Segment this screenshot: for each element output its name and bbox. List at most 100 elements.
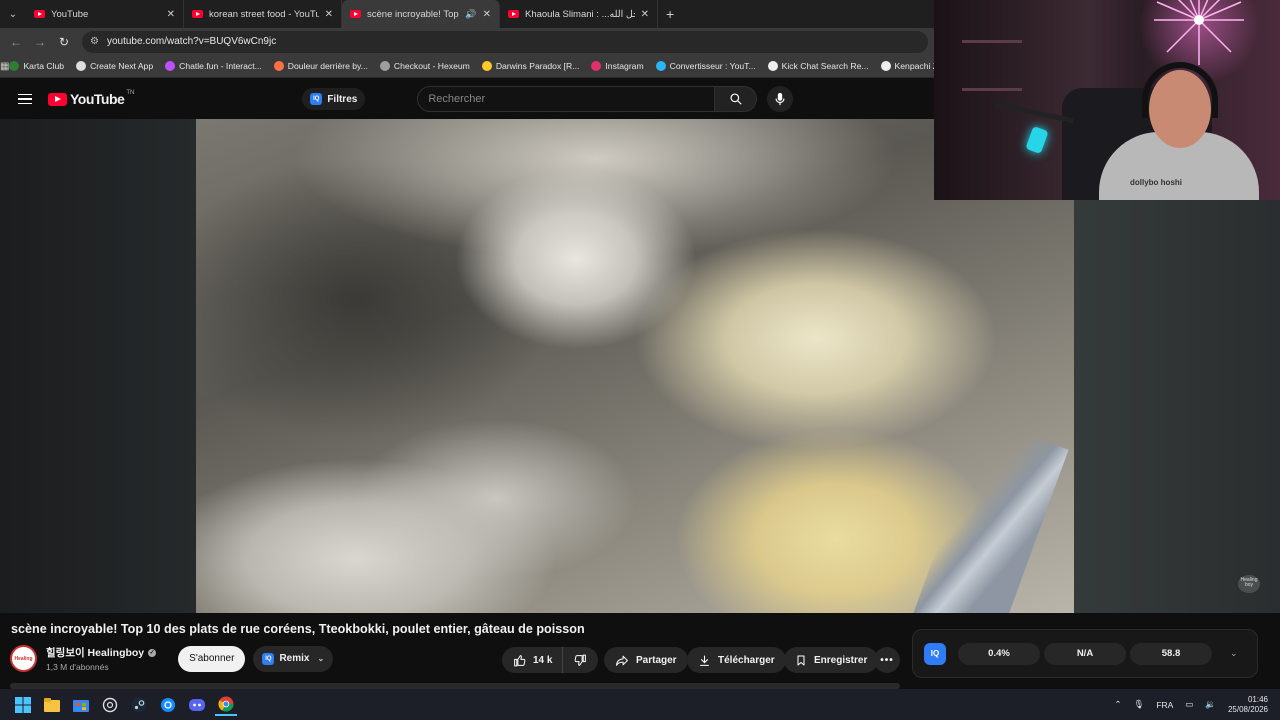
channel-name: 힐링보이 Healingboy xyxy=(46,647,145,659)
chevron-down-icon[interactable]: ⌄ xyxy=(1230,648,1238,659)
steam-icon[interactable] xyxy=(128,694,150,716)
close-icon[interactable]: ✕ xyxy=(483,9,491,20)
logo-wordmark: YouTube xyxy=(70,91,125,107)
tab-youtube[interactable]: YouTube ✕ xyxy=(26,0,184,28)
iq-extension-icon[interactable]: IQ xyxy=(924,642,946,665)
system-tray: ⌃ 🎙 FRA ▭ 🔉 01:46 25/08/2026 xyxy=(1114,689,1280,720)
youtube-play-icon xyxy=(48,92,67,106)
bookmark-item[interactable]: Kick Chat Search Re... xyxy=(767,61,869,71)
save-button[interactable]: Enregistrer xyxy=(784,647,879,673)
bookmark-label: Kick Chat Search Re... xyxy=(781,61,869,71)
volume-icon[interactable]: 🔉 xyxy=(1205,699,1216,710)
filters-button[interactable]: IQ Filtres xyxy=(302,88,366,110)
url-bar[interactable]: ⚙ youtube.com/watch?v=BUQV6wCn9jc xyxy=(82,30,928,53)
tab-title: scène incroyable! Top 10 de xyxy=(367,8,461,20)
address-toolbar: ← → ↻ ⚙ youtube.com/watch?v=BUQV6wCn9jc xyxy=(0,28,934,55)
bookmark-favicon-icon xyxy=(767,61,778,71)
new-tab-plus-icon[interactable]: + xyxy=(658,6,682,22)
stat-value: N/A xyxy=(1076,648,1094,659)
clock-time: 01:46 xyxy=(1247,694,1268,704)
bookmark-favicon-icon xyxy=(655,61,666,71)
forward-arrow-icon[interactable]: → xyxy=(28,35,52,49)
bookmark-item[interactable]: Create Next App xyxy=(76,61,153,71)
watermark-text: Healing boy xyxy=(1240,577,1258,588)
filters-label: Filtres xyxy=(327,93,358,105)
network-icon[interactable]: ▭ xyxy=(1185,699,1193,710)
search-placeholder: Rechercher xyxy=(428,93,486,105)
bookmark-favicon-icon xyxy=(591,61,602,71)
chrome-icon[interactable] xyxy=(215,694,237,716)
like-button[interactable]: 14 k xyxy=(502,647,564,673)
tab-khaoula-slimani[interactable]: Khaoula Slimani : ...من أجل الله ✕ xyxy=(500,0,658,28)
bookmark-item[interactable]: Checkout - Hexeum xyxy=(379,61,470,71)
search-button[interactable] xyxy=(715,86,758,112)
dislike-button[interactable] xyxy=(563,647,599,673)
windows-start-icon[interactable] xyxy=(12,694,34,716)
bookmark-label: Douleur derrière by... xyxy=(287,61,368,71)
search-input[interactable]: Rechercher xyxy=(417,86,716,112)
subscribe-button[interactable]: S'abonner xyxy=(178,645,246,672)
bookmark-item[interactable]: Karta Club xyxy=(9,61,64,71)
bookmark-item[interactable]: Chatle.fun - Interact... xyxy=(165,61,262,71)
share-arrow-icon xyxy=(616,655,628,666)
back-arrow-icon[interactable]: ← xyxy=(4,35,28,49)
close-icon[interactable]: ✕ xyxy=(641,9,649,20)
menu-hamburger-icon[interactable] xyxy=(18,93,32,105)
like-dislike-group: 14 k xyxy=(502,647,599,673)
extension-panel: IQ 0.4% N/A 58.8 ⌄ xyxy=(912,629,1258,678)
microsoft-store-icon[interactable] xyxy=(70,694,92,716)
channel-avatar[interactable]: Healing xyxy=(10,645,37,672)
apps-grid-icon[interactable]: ▦ xyxy=(0,61,9,72)
iq-extension-icon: IQ xyxy=(310,93,323,105)
channel-name-row[interactable]: 힐링보이 Healingboy ✓ xyxy=(46,645,157,660)
bookmark-favicon-icon xyxy=(76,61,87,71)
clock-date: 25/08/2026 xyxy=(1227,704,1268,714)
tab-current-video[interactable]: scène incroyable! Top 10 de 🔊 ✕ xyxy=(342,0,500,28)
logo-country-code: TN xyxy=(126,90,135,96)
more-actions-button[interactable]: ••• xyxy=(874,647,900,673)
bookmark-item[interactable]: Kenpachi Zaraki Bl... xyxy=(880,61,934,71)
bookmark-item[interactable]: Instagram xyxy=(591,61,644,71)
voice-search-button[interactable] xyxy=(767,86,794,112)
extension-stat: 58.8 xyxy=(1130,642,1212,665)
battlenet-icon[interactable] xyxy=(157,694,179,716)
clock[interactable]: 01:46 25/08/2026 xyxy=(1228,695,1268,715)
language-indicator[interactable]: FRA xyxy=(1156,700,1173,710)
bookmark-item[interactable]: Darwins Paradox [R... xyxy=(481,61,579,71)
tab-title: Khaoula Slimani : ...من أجل الله xyxy=(525,8,635,20)
youtube-logo[interactable]: YouTube TN xyxy=(48,90,135,107)
chatgpt-icon[interactable] xyxy=(99,694,121,716)
youtube-header: YouTube TN IQ Filtres Rechercher xyxy=(0,79,934,119)
chevron-up-icon[interactable]: ⌃ xyxy=(1114,699,1121,710)
tab-korean-street-food[interactable]: korean street food - YouTube ✕ xyxy=(184,0,342,28)
bookmark-item[interactable]: Douleur derrière by... xyxy=(273,61,368,71)
thumbs-down-icon xyxy=(575,654,587,666)
speaker-icon[interactable]: 🔊 xyxy=(465,9,476,20)
channel-watermark[interactable]: Healing boy xyxy=(1238,575,1260,593)
site-info-icon[interactable]: ⚙ xyxy=(90,36,99,47)
discord-icon[interactable] xyxy=(186,694,208,716)
close-icon[interactable]: ✕ xyxy=(325,9,333,20)
more-wrapper: ••• xyxy=(874,647,900,673)
shirt-print-text: dollybo hoshi xyxy=(1130,178,1182,187)
close-icon[interactable]: ✕ xyxy=(167,9,175,20)
youtube-favicon-icon xyxy=(508,10,519,18)
tab-title: korean street food - YouTube xyxy=(209,8,319,20)
bookmarks-bar: ▦ Karta Club Create Next App Chatle.fun … xyxy=(0,55,934,78)
bookmark-label: Checkout - Hexeum xyxy=(393,61,470,71)
bookmark-favicon-icon xyxy=(880,61,891,71)
tab-search-chevron-icon[interactable]: ⌄ xyxy=(0,0,26,28)
share-button[interactable]: Partager xyxy=(604,647,688,673)
download-button[interactable]: Télécharger xyxy=(687,647,786,673)
bookmark-icon xyxy=(797,655,805,665)
save-wrapper: Enregistrer xyxy=(784,647,879,673)
bookmark-favicon-icon xyxy=(273,61,284,71)
reload-icon[interactable]: ↻ xyxy=(52,35,76,49)
remix-button[interactable]: IQ Remix ⌄ xyxy=(253,645,334,672)
stat-value: 0.4% xyxy=(988,648,1010,659)
iq-extension-icon: IQ xyxy=(262,652,275,665)
file-explorer-icon[interactable] xyxy=(41,694,63,716)
led-ring-light-icon xyxy=(1154,0,1244,65)
bookmark-item[interactable]: Convertisseur : YouT... xyxy=(655,61,756,71)
microphone-icon[interactable]: 🎙 xyxy=(1134,699,1145,710)
